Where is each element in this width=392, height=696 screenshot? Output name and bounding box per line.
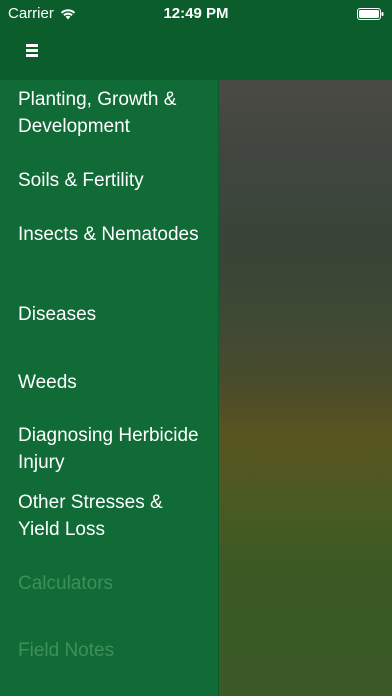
menu-item-soils-fertility[interactable]: Soils & Fertility [18, 167, 208, 194]
side-menu: Planting, Growth & Development Soils & F… [0, 80, 219, 696]
status-time: 12:49 PM [163, 5, 229, 22]
background-photo [218, 80, 392, 696]
battery-icon [357, 8, 384, 20]
menu-item-planting-growth[interactable]: Planting, Growth & Development [18, 86, 208, 140]
hamburger-menu-icon[interactable] [26, 44, 40, 60]
status-bar: Carrier 12:49 PM [0, 0, 392, 28]
menu-item-other-stresses[interactable]: Other Stresses & Yield Loss [18, 489, 208, 543]
menu-item-calculators: Calculators [18, 573, 114, 594]
menu-item-weeds[interactable]: Weeds [18, 369, 208, 396]
menu-item-insects-nematodes[interactable]: Insects & Nematodes [18, 221, 208, 248]
menu-item-herbicide-injury[interactable]: Diagnosing Herbicide Injury [18, 422, 208, 476]
navigation-bar [0, 28, 392, 80]
menu-item-field-notes: Field Notes [18, 640, 115, 661]
app-screen: Carrier 12:49 PM Planting, Growth & Deve… [0, 0, 392, 696]
menu-item-diseases[interactable]: Diseases [18, 301, 208, 328]
